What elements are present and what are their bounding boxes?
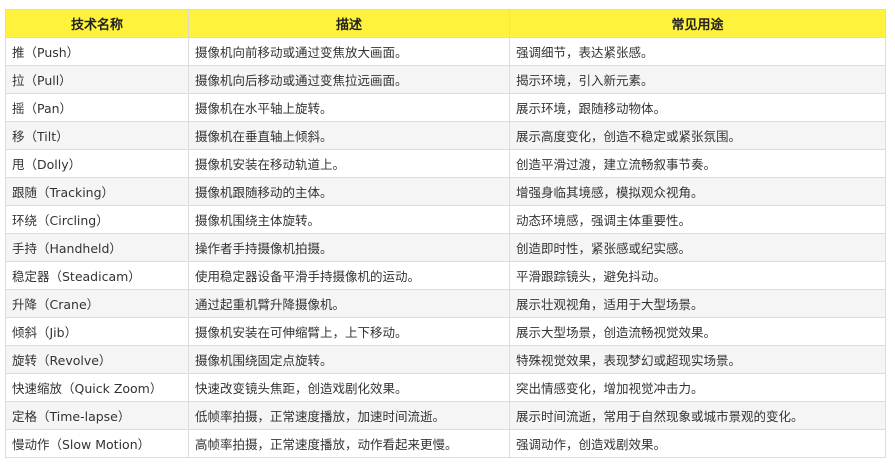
cell-description: 摄像机围绕主体旋转。 [188, 205, 510, 234]
cell-common-use: 突出情感变化，增加视觉冲击力。 [509, 373, 886, 402]
cell-technique-name: 升降（Crane） [5, 289, 189, 318]
table-row: 甩（Dolly） 摄像机安装在移动轨道上。 创造平滑过渡，建立流畅叙事节奏。 [5, 149, 886, 178]
table-row: 升降（Crane） 通过起重机臂升降摄像机。 展示壮观视角，适用于大型场景。 [5, 289, 886, 318]
cell-description: 通过起重机臂升降摄像机。 [188, 289, 510, 318]
cell-description: 快速改变镜头焦距，创造戏剧化效果。 [188, 373, 510, 402]
cell-common-use: 揭示环境，引入新元素。 [509, 65, 886, 94]
cell-description: 高帧率拍摄，正常速度播放，动作看起来更慢。 [188, 429, 510, 458]
cell-common-use: 强调细节，表达紧张感。 [509, 37, 886, 66]
cell-common-use: 展示高度变化，创造不稳定或紧张氛围。 [509, 121, 886, 150]
cell-technique-name: 旋转（Revolve） [5, 345, 189, 374]
table-row: 推（Push） 摄像机向前移动或通过变焦放大画面。 强调细节，表达紧张感。 [5, 37, 886, 66]
cell-technique-name: 快速缩放（Quick Zoom） [5, 373, 189, 402]
cell-technique-name: 手持（Handheld） [5, 233, 189, 262]
cell-technique-name: 定格（Time-lapse） [5, 401, 189, 430]
table-row: 旋转（Revolve） 摄像机围绕固定点旋转。 特殊视觉效果，表现梦幻或超现实场景。 [5, 345, 886, 374]
cell-technique-name: 稳定器（Steadicam） [5, 261, 189, 290]
cell-description: 摄像机在水平轴上旋转。 [188, 93, 510, 122]
table-row: 慢动作（Slow Motion） 高帧率拍摄，正常速度播放，动作看起来更慢。 强调动… [5, 429, 886, 458]
camera-techniques-table: 技术名称 描述 常见用途 推（Push） 摄像机向前移动或通过变焦放大画面。 强调细… [5, 9, 886, 458]
table-row: 环绕（Circling） 摄像机围绕主体旋转。 动态环境感，强调主体重要性。 [5, 205, 886, 234]
cell-description: 摄像机向前移动或通过变焦放大画面。 [188, 37, 510, 66]
cell-common-use: 创造即时性，紧张感或纪实感。 [509, 233, 886, 262]
cell-technique-name: 跟随（Tracking） [5, 177, 189, 206]
cell-common-use: 展示环境，跟随移动物体。 [509, 93, 886, 122]
cell-technique-name: 推（Push） [5, 37, 189, 66]
header-row: 技术名称 描述 常见用途 [5, 9, 886, 38]
table-header: 技术名称 描述 常见用途 [5, 9, 886, 38]
table-row: 移（Tilt） 摄像机在垂直轴上倾斜。 展示高度变化，创造不稳定或紧张氛围。 [5, 121, 886, 150]
cell-common-use: 增强身临其境感，模拟观众视角。 [509, 177, 886, 206]
cell-description: 摄像机在垂直轴上倾斜。 [188, 121, 510, 150]
cell-description: 操作者手持摄像机拍摄。 [188, 233, 510, 262]
cell-technique-name: 甩（Dolly） [5, 149, 189, 178]
cell-description: 低帧率拍摄，正常速度播放，加速时间流逝。 [188, 401, 510, 430]
cell-technique-name: 摇（Pan） [5, 93, 189, 122]
cell-technique-name: 慢动作（Slow Motion） [5, 429, 189, 458]
header-common-use: 常见用途 [509, 9, 886, 38]
cell-common-use: 平滑跟踪镜头，避免抖动。 [509, 261, 886, 290]
cell-technique-name: 移（Tilt） [5, 121, 189, 150]
table-row: 快速缩放（Quick Zoom） 快速改变镜头焦距，创造戏剧化效果。 突出情感变化，… [5, 373, 886, 402]
cell-common-use: 展示壮观视角，适用于大型场景。 [509, 289, 886, 318]
cell-description: 摄像机向后移动或通过变焦拉远画面。 [188, 65, 510, 94]
cell-common-use: 特殊视觉效果，表现梦幻或超现实场景。 [509, 345, 886, 374]
table-row: 跟随（Tracking） 摄像机跟随移动的主体。 增强身临其境感，模拟观众视角。 [5, 177, 886, 206]
table-row: 定格（Time-lapse） 低帧率拍摄，正常速度播放，加速时间流逝。 展示时间流逝… [5, 401, 886, 430]
table-row: 手持（Handheld） 操作者手持摄像机拍摄。 创造即时性，紧张感或纪实感。 [5, 233, 886, 262]
cell-common-use: 强调动作，创造戏剧效果。 [509, 429, 886, 458]
cell-description: 摄像机安装在可伸缩臂上，上下移动。 [188, 317, 510, 346]
cell-technique-name: 环绕（Circling） [5, 205, 189, 234]
table-row: 稳定器（Steadicam） 使用稳定器设备平滑手持摄像机的运动。 平滑跟踪镜头，避… [5, 261, 886, 290]
cell-technique-name: 倾斜（Jib） [5, 317, 189, 346]
cell-description: 摄像机围绕固定点旋转。 [188, 345, 510, 374]
table-row: 倾斜（Jib） 摄像机安装在可伸缩臂上，上下移动。 展示大型场景，创造流畅视觉效果。 [5, 317, 886, 346]
cell-technique-name: 拉（Pull） [5, 65, 189, 94]
cell-common-use: 展示大型场景，创造流畅视觉效果。 [509, 317, 886, 346]
table-row: 摇（Pan） 摄像机在水平轴上旋转。 展示环境，跟随移动物体。 [5, 93, 886, 122]
cell-description: 摄像机跟随移动的主体。 [188, 177, 510, 206]
cell-common-use: 展示时间流逝，常用于自然现象或城市景观的变化。 [509, 401, 886, 430]
cell-common-use: 动态环境感，强调主体重要性。 [509, 205, 886, 234]
table-row: 拉（Pull） 摄像机向后移动或通过变焦拉远画面。 揭示环境，引入新元素。 [5, 65, 886, 94]
cell-common-use: 创造平滑过渡，建立流畅叙事节奏。 [509, 149, 886, 178]
cell-description: 使用稳定器设备平滑手持摄像机的运动。 [188, 261, 510, 290]
header-technique-name: 技术名称 [5, 9, 189, 38]
cell-description: 摄像机安装在移动轨道上。 [188, 149, 510, 178]
header-description: 描述 [188, 9, 510, 38]
table-body: 推（Push） 摄像机向前移动或通过变焦放大画面。 强调细节，表达紧张感。 拉（Pul… [5, 37, 886, 458]
techniques-table-container: 技术名称 描述 常见用途 推（Push） 摄像机向前移动或通过变焦放大画面。 强调细… [5, 9, 886, 458]
